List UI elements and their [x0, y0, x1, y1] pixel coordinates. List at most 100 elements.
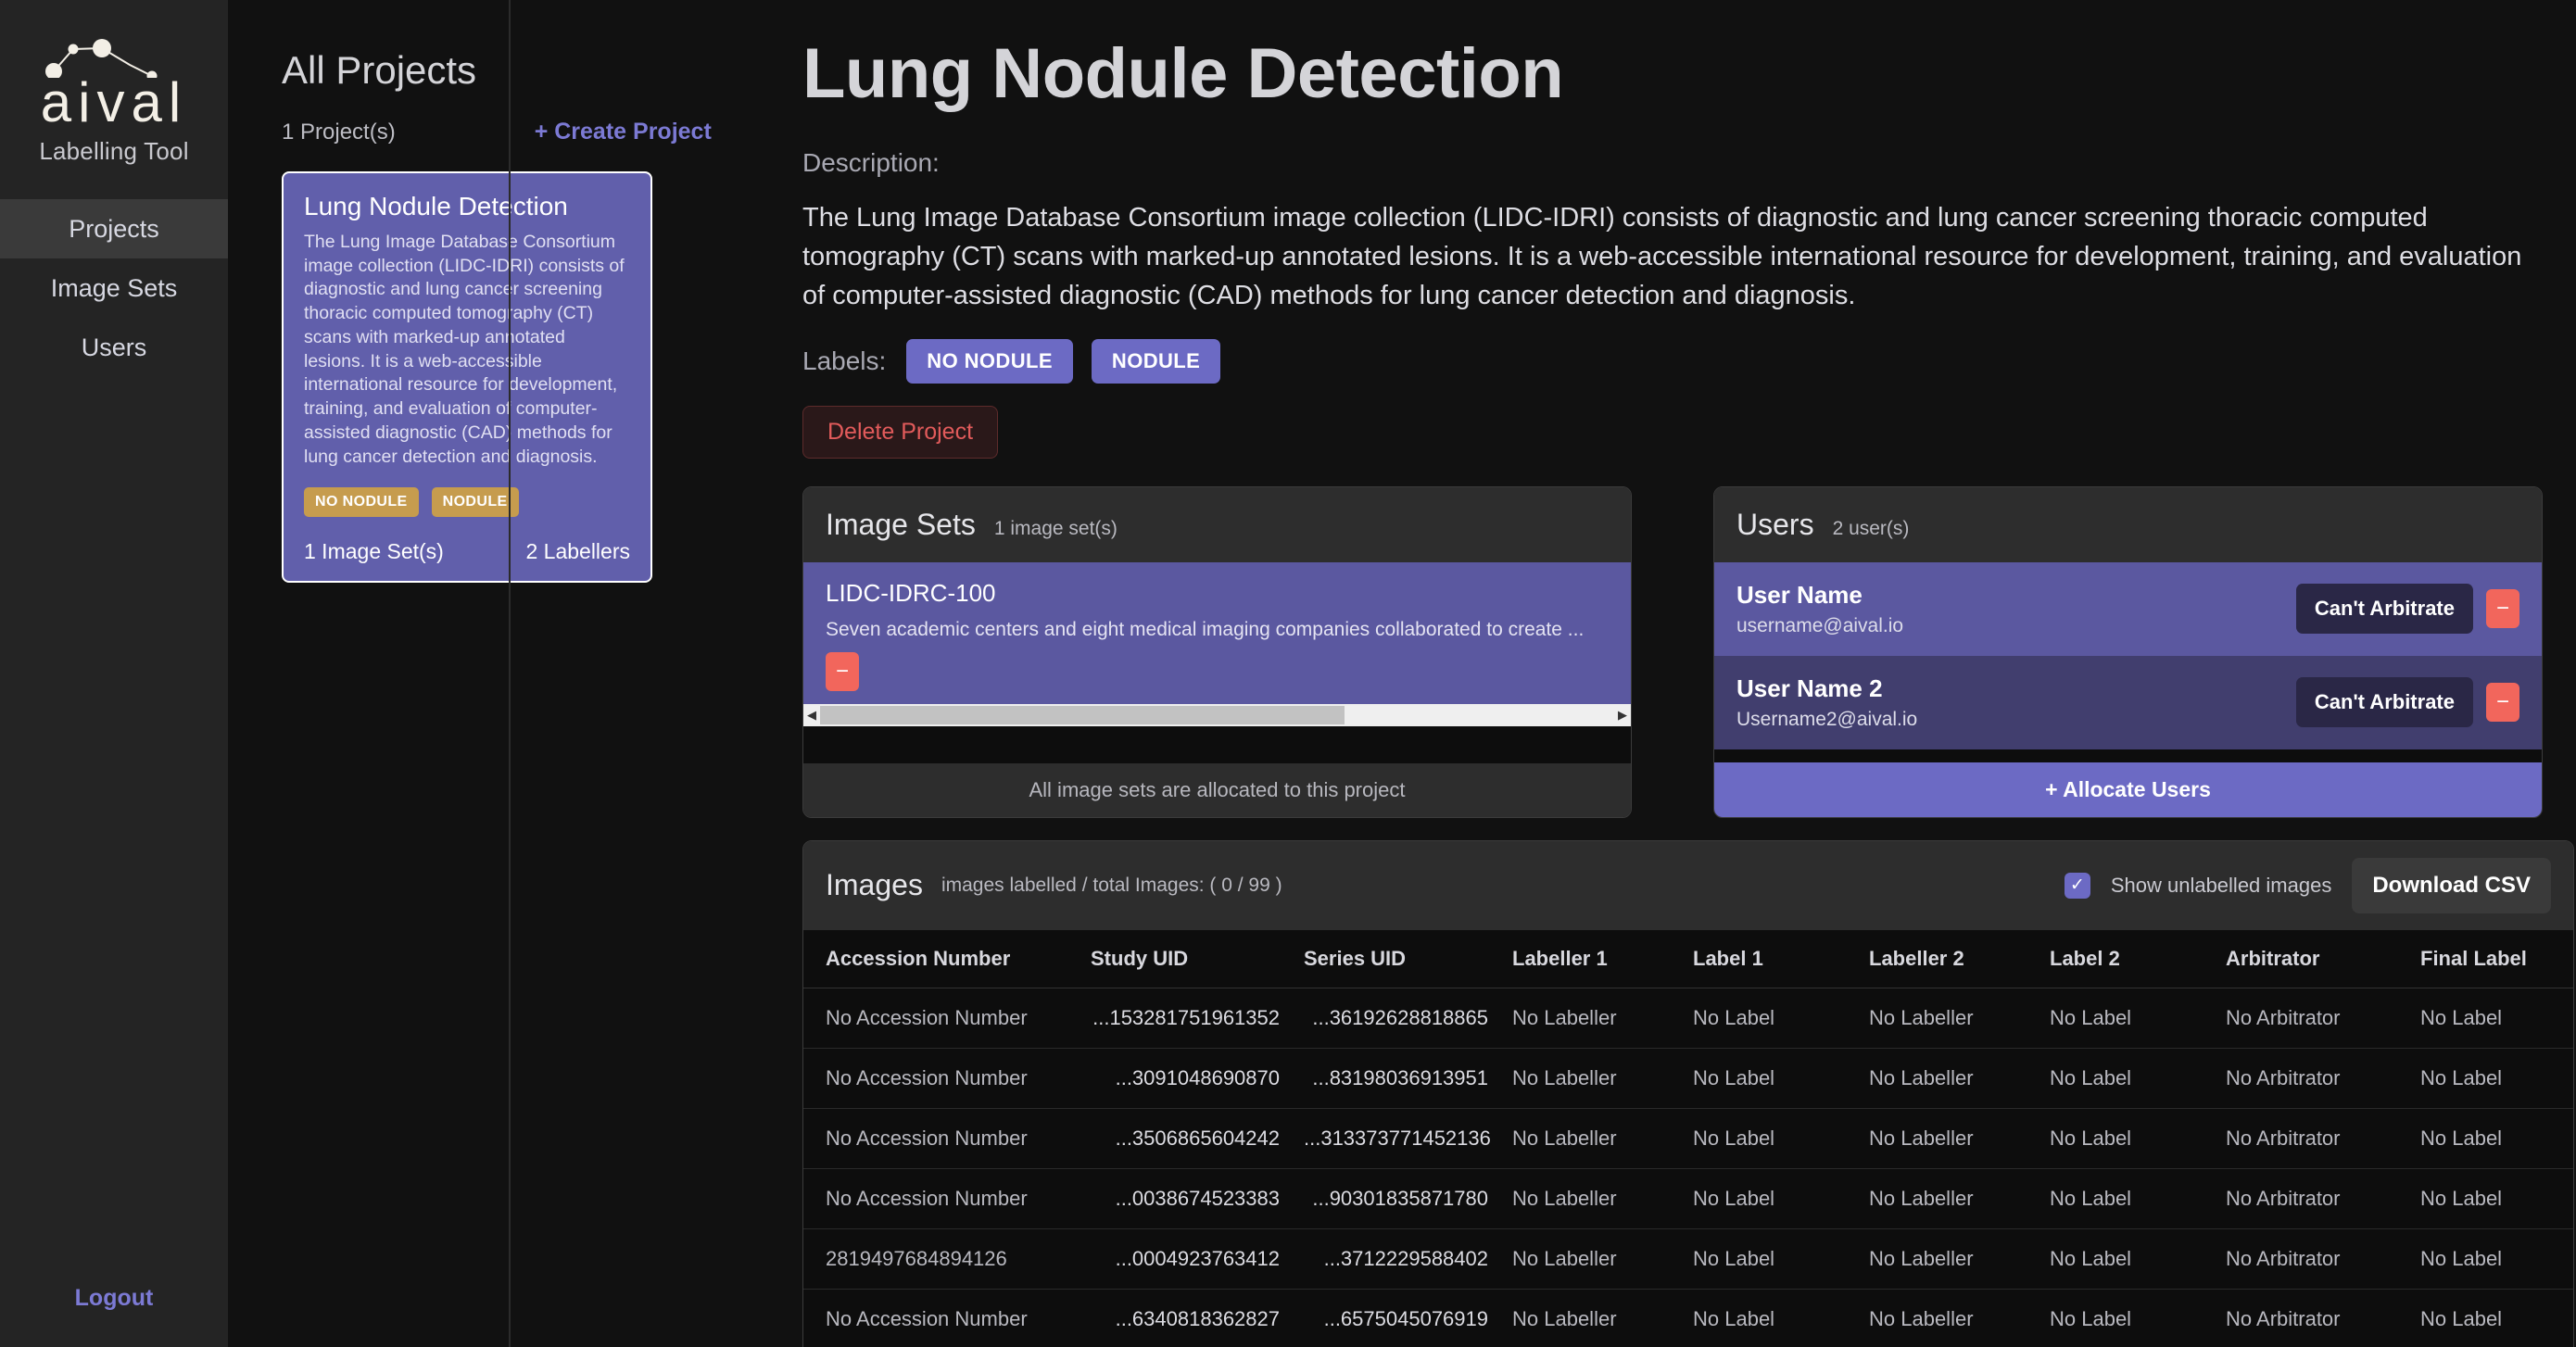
cell-series-uid: ...90301835871780	[1304, 1168, 1512, 1229]
cell-study-uid: ...3506865604242	[1091, 1108, 1304, 1169]
cell-final-label: No Label	[2420, 1048, 2573, 1109]
show-unlabelled-label[interactable]: Show unlabelled images	[2111, 874, 2332, 898]
cell-arbitrator: No Arbitrator	[2226, 1108, 2420, 1169]
sidebar-item-label: Projects	[69, 214, 159, 243]
projects-meta-row: 1 Project(s) + Create Project	[282, 119, 747, 145]
logout-link[interactable]: Logout	[0, 1285, 228, 1312]
cell-final-label: No Label	[2420, 1168, 2573, 1229]
images-table: Accession Number Study UID Series UID La…	[803, 929, 2573, 1347]
cell-labeller-2: No Labeller	[1869, 1108, 2050, 1169]
col-arbitrator[interactable]: Arbitrator	[2226, 929, 2420, 988]
cell-label-1: No Label	[1693, 1048, 1869, 1109]
scrollbar-thumb[interactable]	[820, 705, 1345, 724]
remove-user-button[interactable]: −	[2486, 589, 2519, 629]
col-labeller-2[interactable]: Labeller 2	[1869, 929, 2050, 988]
scrollbar-track[interactable]	[820, 704, 1614, 726]
cell-label-1: No Label	[1693, 988, 1869, 1049]
project-detail-title: Lung Nodule Detection	[802, 34, 1564, 113]
sidebar: aival Labelling Tool Projects Image Sets…	[0, 0, 228, 1347]
image-set-row[interactable]: LIDC-IDRC-100 Seven academic centers and…	[803, 561, 1631, 704]
label-chip-nodule[interactable]: NODULE	[1091, 338, 1221, 384]
cell-arbitrator: No Arbitrator	[2226, 988, 2420, 1049]
images-panel-meta: images labelled / total Images: ( 0 / 99…	[941, 874, 1282, 896]
cell-labeller-1: No Labeller	[1512, 1289, 1693, 1347]
cell-label-1: No Label	[1693, 1168, 1869, 1229]
cell-label-1: No Label	[1693, 1228, 1869, 1290]
images-panel-header: Images images labelled / total Images: (…	[803, 840, 2573, 930]
description-text: The Lung Image Database Consortium image…	[802, 202, 2522, 310]
table-row[interactable]: 2819497684894126 ...0004923763412 ...371…	[803, 1228, 2573, 1290]
remove-image-set-button[interactable]: −	[826, 651, 859, 691]
user-name: User Name 2	[1736, 674, 1883, 702]
image-set-name: LIDC-IDRC-100	[826, 578, 996, 607]
create-project-button[interactable]: + Create Project	[535, 119, 712, 145]
image-sets-footer-note: All image sets are allocated to this pro…	[803, 762, 1631, 817]
arbitrate-toggle-button[interactable]: Can't Arbitrate	[2295, 677, 2473, 728]
label-chip-no-nodule[interactable]: NO NODULE	[906, 338, 1073, 384]
arbitrate-toggle-button[interactable]: Can't Arbitrate	[2295, 584, 2473, 635]
cell-series-uid: ...6575045076919	[1304, 1289, 1512, 1347]
project-card[interactable]: Lung Nodule Detection The Lung Image Dat…	[282, 171, 652, 584]
allocate-users-button[interactable]: + Allocate Users	[1714, 762, 2542, 817]
table-row[interactable]: No Accession Number ...3091048690870 ...…	[803, 1048, 2573, 1109]
cell-label-2: No Label	[2050, 1108, 2226, 1169]
scroll-right-icon[interactable]: ▶	[1614, 708, 1631, 723]
description-label: Description:	[802, 147, 940, 177]
cell-arbitrator: No Arbitrator	[2226, 1048, 2420, 1109]
remove-user-button[interactable]: −	[2486, 683, 2519, 723]
sidebar-item-image-sets[interactable]: Image Sets	[0, 258, 228, 318]
col-final-label[interactable]: Final Label	[2420, 929, 2573, 988]
images-table-body: No Accession Number ...153281751961352 .…	[803, 988, 2573, 1347]
cell-label-1: No Label	[1693, 1289, 1869, 1347]
cell-accession: No Accession Number	[803, 1048, 1091, 1109]
user-actions: Can't Arbitrate −	[2295, 584, 2519, 635]
user-name: User Name	[1736, 580, 1863, 609]
scroll-left-icon[interactable]: ◀	[803, 708, 820, 723]
cell-study-uid: ...0038674523383	[1091, 1168, 1304, 1229]
images-panel: Images images labelled / total Images: (…	[802, 839, 2574, 1347]
show-unlabelled-checkbox[interactable]: ✓	[2064, 872, 2090, 899]
users-panel-title: Users	[1736, 507, 1814, 541]
col-study-uid[interactable]: Study UID	[1091, 929, 1304, 988]
cell-final-label: No Label	[2420, 1289, 2573, 1347]
logo: aival Labelling Tool	[0, 0, 228, 166]
image-sets-horizontal-scrollbar[interactable]: ◀ ▶	[803, 703, 1631, 726]
table-row[interactable]: No Accession Number ...3506865604242 ...…	[803, 1108, 2573, 1169]
table-row[interactable]: No Accession Number ...153281751961352 .…	[803, 988, 2573, 1049]
table-row[interactable]: No Accession Number ...0038674523383 ...…	[803, 1168, 2573, 1229]
users-panel: Users 2 user(s) User Name username@aival…	[1713, 485, 2543, 818]
main-content: Lung Nodule Detection Description: The L…	[747, 0, 2576, 1347]
user-email: username@aival.io	[1736, 614, 1904, 636]
col-accession-number[interactable]: Accession Number	[803, 929, 1091, 988]
image-sets-panel-meta: 1 image set(s)	[993, 517, 1118, 539]
cell-labeller-1: No Labeller	[1512, 1048, 1693, 1109]
project-card-description: The Lung Image Database Consortium image…	[304, 232, 625, 467]
cell-label-1: No Label	[1693, 1108, 1869, 1169]
cell-accession: No Accession Number	[803, 1168, 1091, 1229]
table-row[interactable]: No Accession Number ...6340818362827 ...…	[803, 1289, 2573, 1347]
user-row[interactable]: User Name 2 Username2@aival.io Can't Arb…	[1714, 655, 2542, 749]
col-labeller-1[interactable]: Labeller 1	[1512, 929, 1693, 988]
user-email: Username2@aival.io	[1736, 708, 1918, 730]
sidebar-item-projects[interactable]: Projects	[0, 199, 228, 258]
col-label-1[interactable]: Label 1	[1693, 929, 1869, 988]
cell-labeller-2: No Labeller	[1869, 1228, 2050, 1290]
table-header-row: Accession Number Study UID Series UID La…	[803, 929, 2573, 988]
image-sets-panel-title: Image Sets	[826, 507, 976, 541]
cell-study-uid: ...3091048690870	[1091, 1048, 1304, 1109]
col-label-2[interactable]: Label 2	[2050, 929, 2226, 988]
cell-labeller-2: No Labeller	[1869, 1168, 2050, 1229]
delete-project-button[interactable]: Delete Project	[802, 405, 999, 459]
app-root: aival Labelling Tool Projects Image Sets…	[0, 0, 2576, 1347]
project-card-labels: NO NODULE NODULE	[304, 487, 630, 518]
cell-arbitrator: No Arbitrator	[2226, 1168, 2420, 1229]
cell-study-uid: ...6340818362827	[1091, 1289, 1304, 1347]
user-identity: User Name username@aival.io	[1736, 581, 1903, 637]
panels-row: Image Sets 1 image set(s) LIDC-IDRC-100 …	[802, 485, 2543, 818]
cell-arbitrator: No Arbitrator	[2226, 1228, 2420, 1290]
user-row[interactable]: User Name username@aival.io Can't Arbitr…	[1714, 561, 2542, 656]
download-csv-button[interactable]: Download CSV	[2352, 857, 2551, 913]
cell-study-uid: ...0004923763412	[1091, 1228, 1304, 1290]
sidebar-item-users[interactable]: Users	[0, 318, 228, 377]
col-series-uid[interactable]: Series UID	[1304, 929, 1512, 988]
